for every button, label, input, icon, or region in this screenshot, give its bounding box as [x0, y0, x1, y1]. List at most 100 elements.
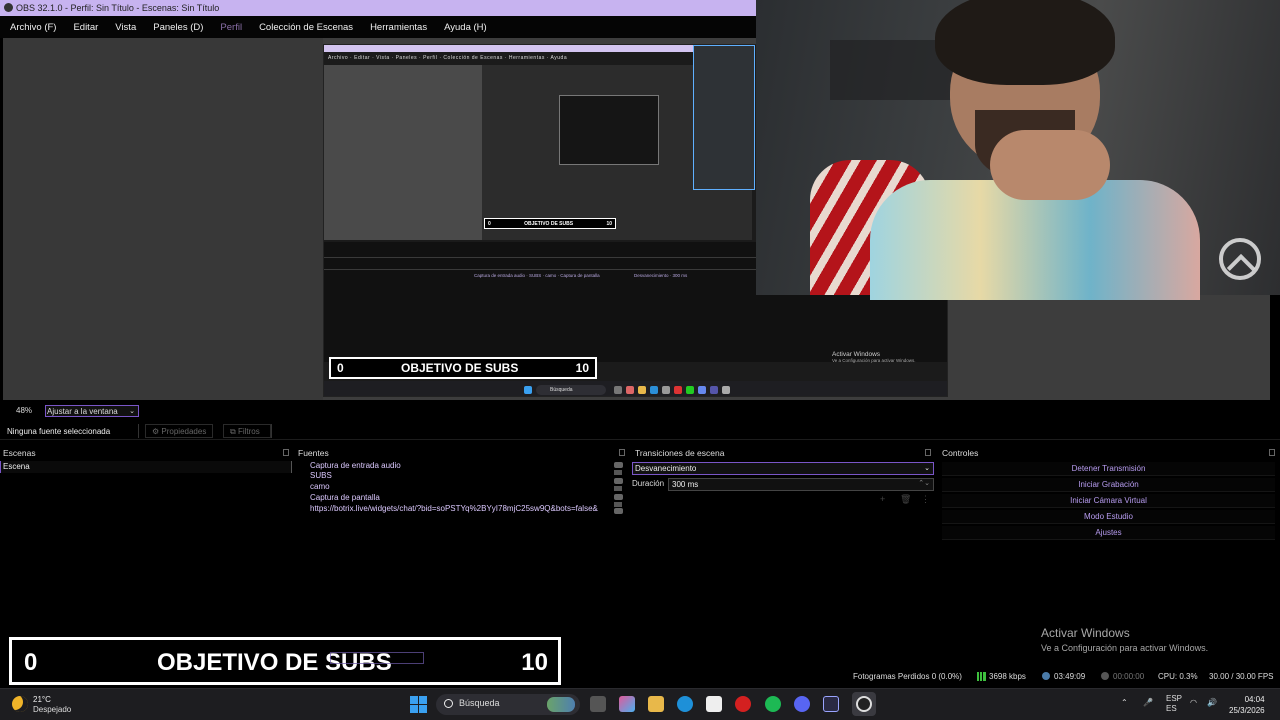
- record-time: 00:00:00: [1113, 672, 1145, 681]
- discord-icon[interactable]: [794, 696, 810, 712]
- nested-taskbar-apps: [614, 386, 730, 394]
- opera-browser-icon[interactable]: [735, 696, 751, 712]
- visibility-eye-icon[interactable]: [614, 494, 623, 500]
- settings-button[interactable]: Ajustes: [942, 526, 1275, 540]
- nested-title-bar: [324, 45, 694, 52]
- source-item[interactable]: camo: [310, 482, 330, 491]
- studio-mode-button[interactable]: Modo Estudio: [942, 510, 1275, 524]
- network-bars-icon: [976, 672, 986, 681]
- nested-menu-bar: Archivo · Editar · Vista · Paneles · Per…: [328, 55, 568, 61]
- menu-ayuda[interactable]: Ayuda (H): [444, 22, 487, 33]
- bitrate: 3698 kbps: [989, 672, 1026, 681]
- visibility-eye-icon[interactable]: [614, 508, 623, 514]
- lock-icon[interactable]: [614, 486, 622, 491]
- subs-goal-current: 0: [24, 649, 38, 676]
- filters-button[interactable]: ⧉ Filtros: [223, 424, 271, 438]
- search-icon: [444, 699, 453, 708]
- microphone-icon[interactable]: 🎤: [1143, 698, 1153, 707]
- source-item[interactable]: SUBS: [310, 471, 332, 480]
- stream-time: 03:49:09: [1054, 672, 1086, 681]
- source-item[interactable]: Captura de entrada audio: [310, 461, 401, 470]
- controls-dock-title: Controles: [942, 448, 979, 458]
- zoom-bar: [0, 403, 1280, 419]
- start-recording-button[interactable]: Iniciar Grabación: [942, 478, 1275, 492]
- zoom-value: 48%: [16, 406, 33, 415]
- menu-coleccion-escenas[interactable]: Colección de Escenas: [259, 22, 353, 33]
- widgets-icon[interactable]: [619, 696, 635, 712]
- menu-editar[interactable]: Editar: [73, 22, 98, 33]
- properties-button[interactable]: ⚙ Propiedades: [145, 424, 213, 438]
- obs-app-icon: [4, 3, 13, 12]
- start-virtual-camera-button[interactable]: Iniciar Cámara Virtual: [942, 494, 1275, 508]
- zoom-mode-select[interactable]: Ajustar a la ventana ⌄: [45, 405, 139, 417]
- menu-herramientas[interactable]: Herramientas: [370, 22, 427, 33]
- edge-browser-icon[interactable]: [677, 696, 693, 712]
- add-transition-icon[interactable]: +: [880, 494, 890, 504]
- scenes-dock-title: Escenas: [3, 448, 36, 458]
- source-item[interactable]: Captura de pantalla: [310, 493, 380, 502]
- visibility-eye-icon[interactable]: [614, 462, 623, 468]
- menu-bar: Archivo (F) Editar Vista Paneles (D) Per…: [0, 16, 756, 38]
- trash-icon[interactable]: 🗑: [900, 494, 911, 504]
- task-view-icon[interactable]: [590, 696, 606, 712]
- toolbar-divider: [138, 424, 139, 438]
- webcam-overlay-logo-icon: [1219, 238, 1261, 280]
- fps: 30.00 / 30.00 FPS: [1209, 672, 1274, 681]
- duration-input[interactable]: 300 ms ⌃⌄: [668, 478, 934, 491]
- webcam-person-hand: [990, 130, 1110, 200]
- scene-list-item[interactable]: Escena: [0, 461, 291, 473]
- window-title: OBS 32.1.0 - Perfil: Sin Título - Escena…: [16, 3, 220, 13]
- lock-icon[interactable]: [614, 502, 622, 507]
- menu-archivo[interactable]: Archivo (F): [10, 22, 56, 33]
- activate-windows-watermark: Activar Windows Ve a Configuración para …: [1041, 626, 1209, 653]
- dock-splitter[interactable]: [291, 461, 292, 473]
- nested-preview-left: [324, 65, 482, 240]
- store-icon[interactable]: [706, 696, 722, 712]
- nested-recursive-preview: [559, 95, 659, 165]
- more-options-icon[interactable]: ⋮: [921, 494, 931, 504]
- weather-moon-icon[interactable]: [12, 696, 28, 712]
- spotify-icon[interactable]: [765, 696, 781, 712]
- wifi-icon[interactable]: ◠: [1190, 698, 1197, 707]
- volume-icon[interactable]: 🔊: [1207, 698, 1217, 707]
- weather-description[interactable]: Despejado: [33, 705, 71, 714]
- obs-icon[interactable]: [856, 696, 872, 712]
- weather-temperature[interactable]: 21°C: [33, 695, 51, 704]
- chevron-down-icon: ⌄: [129, 408, 135, 415]
- menu-vista[interactable]: Vista: [115, 22, 136, 33]
- lock-icon[interactable]: [614, 470, 622, 475]
- windows-start-icon[interactable]: [410, 696, 427, 713]
- menu-perfil[interactable]: Perfil: [220, 22, 242, 33]
- transitions-dock-undock-icon[interactable]: [925, 449, 931, 456]
- stream-indicator-icon: [1042, 672, 1050, 680]
- overlay-ghost-element: [330, 652, 424, 664]
- sources-dock-title: Fuentes: [298, 448, 329, 458]
- sources-dock-undock-icon[interactable]: [619, 449, 625, 456]
- taskbar-search[interactable]: Búsqueda: [436, 694, 580, 715]
- webcam-person-hair: [935, 0, 1115, 85]
- file-explorer-icon[interactable]: [648, 696, 664, 712]
- stop-stream-button[interactable]: Detener Transmisión: [942, 462, 1275, 476]
- app-icon[interactable]: [823, 696, 839, 712]
- spinner-arrows-icon[interactable]: ⌃⌄: [918, 479, 930, 487]
- chevron-down-icon: ⌄: [924, 465, 930, 472]
- dropped-frames: Fotogramas Perdidos 0 (0.0%): [853, 672, 962, 681]
- no-source-label: Ninguna fuente seleccionada: [7, 427, 111, 436]
- windows-taskbar: [0, 688, 1280, 720]
- subs-goal-overlay: 0 OBJETIVO DE SUBS 10: [9, 637, 561, 685]
- scenes-dock-undock-icon[interactable]: [283, 449, 289, 456]
- source-item[interactable]: https://botrix.live/widgets/chat/?bid=so…: [310, 504, 598, 513]
- system-clock[interactable]: 04:04 25/3/2026: [1229, 694, 1265, 716]
- nested-activate-windows: Activar Windows Ve a Configuración para …: [832, 351, 916, 363]
- nested-transitions-text: Desvanecimiento · 300 ms: [634, 273, 688, 278]
- chevron-up-icon[interactable]: ⌃: [1121, 698, 1128, 707]
- nested-sources-text: Captura de entrada audio · SUBS · camo ·…: [474, 273, 600, 278]
- language-indicator[interactable]: ESP ES: [1166, 694, 1182, 714]
- nested-webcam: [693, 45, 755, 190]
- visibility-eye-icon[interactable]: [614, 478, 623, 484]
- menu-paneles[interactable]: Paneles (D): [153, 22, 203, 33]
- nested-taskbar-icons: [524, 386, 532, 394]
- controls-dock-undock-icon[interactable]: [1269, 449, 1275, 456]
- subs-goal-target: 10: [521, 649, 548, 676]
- transition-select[interactable]: Desvanecimiento ⌄: [632, 462, 934, 475]
